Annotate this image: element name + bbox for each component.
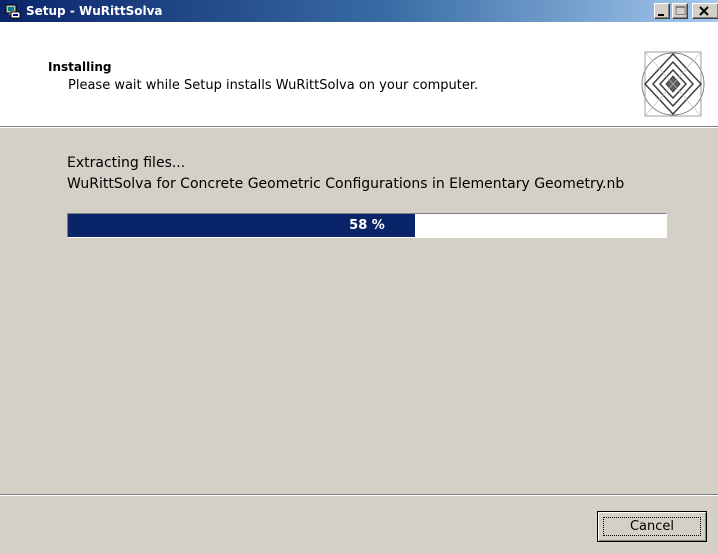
wuritt-logo (641, 48, 705, 120)
setup-computer-icon (5, 3, 21, 19)
setup-window: Setup - WuRittSolva Installing Please wa… (0, 0, 718, 554)
close-icon (699, 6, 709, 16)
minimize-icon (658, 14, 664, 16)
header-panel: Installing Please wait while Setup insta… (0, 22, 718, 126)
window-title: Setup - WuRittSolva (26, 4, 163, 18)
status-text: Extracting files... (67, 155, 186, 171)
cancel-button-label: Cancel (603, 517, 701, 536)
maximize-icon (675, 6, 686, 15)
minimize-button[interactable] (654, 3, 670, 19)
cancel-button[interactable]: Cancel (597, 511, 707, 542)
close-button[interactable] (692, 3, 718, 19)
current-file-text: WuRittSolva for Concrete Geometric Confi… (67, 176, 625, 192)
page-description: Please wait while Setup installs WuRittS… (68, 78, 479, 93)
maximize-button[interactable] (672, 3, 688, 19)
title-bar[interactable]: Setup - WuRittSolva (0, 0, 718, 22)
progress-label: 58 % (349, 218, 385, 233)
page-title: Installing (48, 60, 112, 74)
footer-divider (0, 494, 718, 496)
progress-bar: 58 % (67, 213, 667, 238)
header-divider (0, 126, 718, 128)
